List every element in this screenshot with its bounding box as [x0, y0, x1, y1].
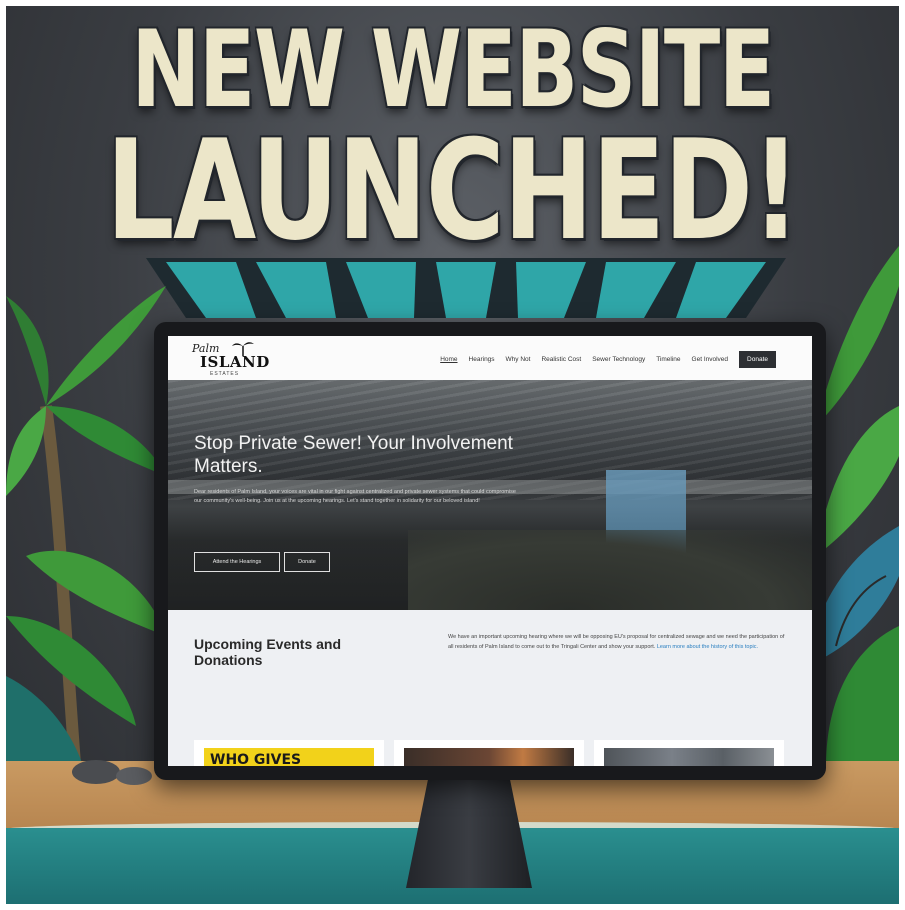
nav-item-get-involved[interactable]: Get Involved — [692, 356, 729, 363]
attend-hearings-button[interactable]: Attend the Hearings — [194, 552, 280, 572]
event-card[interactable] — [394, 740, 584, 766]
hero-description: Dear residents of Palm Island, your voic… — [194, 489, 516, 504]
logo-main-text: ISLAND — [200, 353, 270, 371]
nav-donate-button[interactable]: Donate — [739, 351, 776, 368]
history-link[interactable]: Learn more about the history of this top… — [657, 644, 758, 650]
events-heading: Upcoming Events and Donations — [194, 636, 342, 668]
nav-item-realistic-cost[interactable]: Realistic Cost — [541, 356, 581, 363]
nav-item-hearings[interactable]: Hearings — [469, 356, 495, 363]
event-card-image — [604, 748, 774, 766]
events-description: We have an important upcoming hearing wh… — [448, 632, 788, 652]
left-palm-illustration — [6, 286, 166, 776]
event-card[interactable] — [594, 740, 784, 766]
hero-title: Stop Private Sewer! Your Involvement Mat… — [194, 433, 513, 477]
website-screen: Palm ISLAND ESTATES Home Hearings Why No… — [168, 336, 812, 766]
event-card[interactable]: WHO GIVES — [194, 740, 384, 766]
event-card-image — [404, 748, 574, 766]
nav-item-why-not[interactable]: Why Not — [506, 356, 531, 363]
nav-menu: Home Hearings Why Not Realistic Cost Sew… — [440, 351, 776, 368]
logo-sub-text: ESTATES — [210, 371, 240, 377]
event-card-caption: WHO GIVES — [210, 752, 302, 766]
hero-section: Stop Private Sewer! Your Involvement Mat… — [168, 380, 812, 610]
launch-poster: NEW WEBSITE LAUNCHED! Palm ISLAND ESTATE… — [6, 6, 899, 904]
nav-item-timeline[interactable]: Timeline — [656, 356, 680, 363]
beach-rocks — [72, 760, 152, 785]
palm-island-logo[interactable]: Palm ISLAND ESTATES — [192, 340, 269, 377]
headline-launched: LAUNCHED! — [105, 110, 801, 271]
site-navbar: Palm ISLAND ESTATES Home Hearings Why No… — [168, 336, 812, 380]
hero-foliage — [408, 530, 812, 610]
nav-item-sewer-technology[interactable]: Sewer Technology — [592, 356, 645, 363]
desktop-monitor: Palm ISLAND ESTATES Home Hearings Why No… — [154, 322, 826, 780]
hero-donate-button[interactable]: Donate — [284, 552, 330, 572]
nav-item-home[interactable]: Home — [440, 356, 457, 363]
